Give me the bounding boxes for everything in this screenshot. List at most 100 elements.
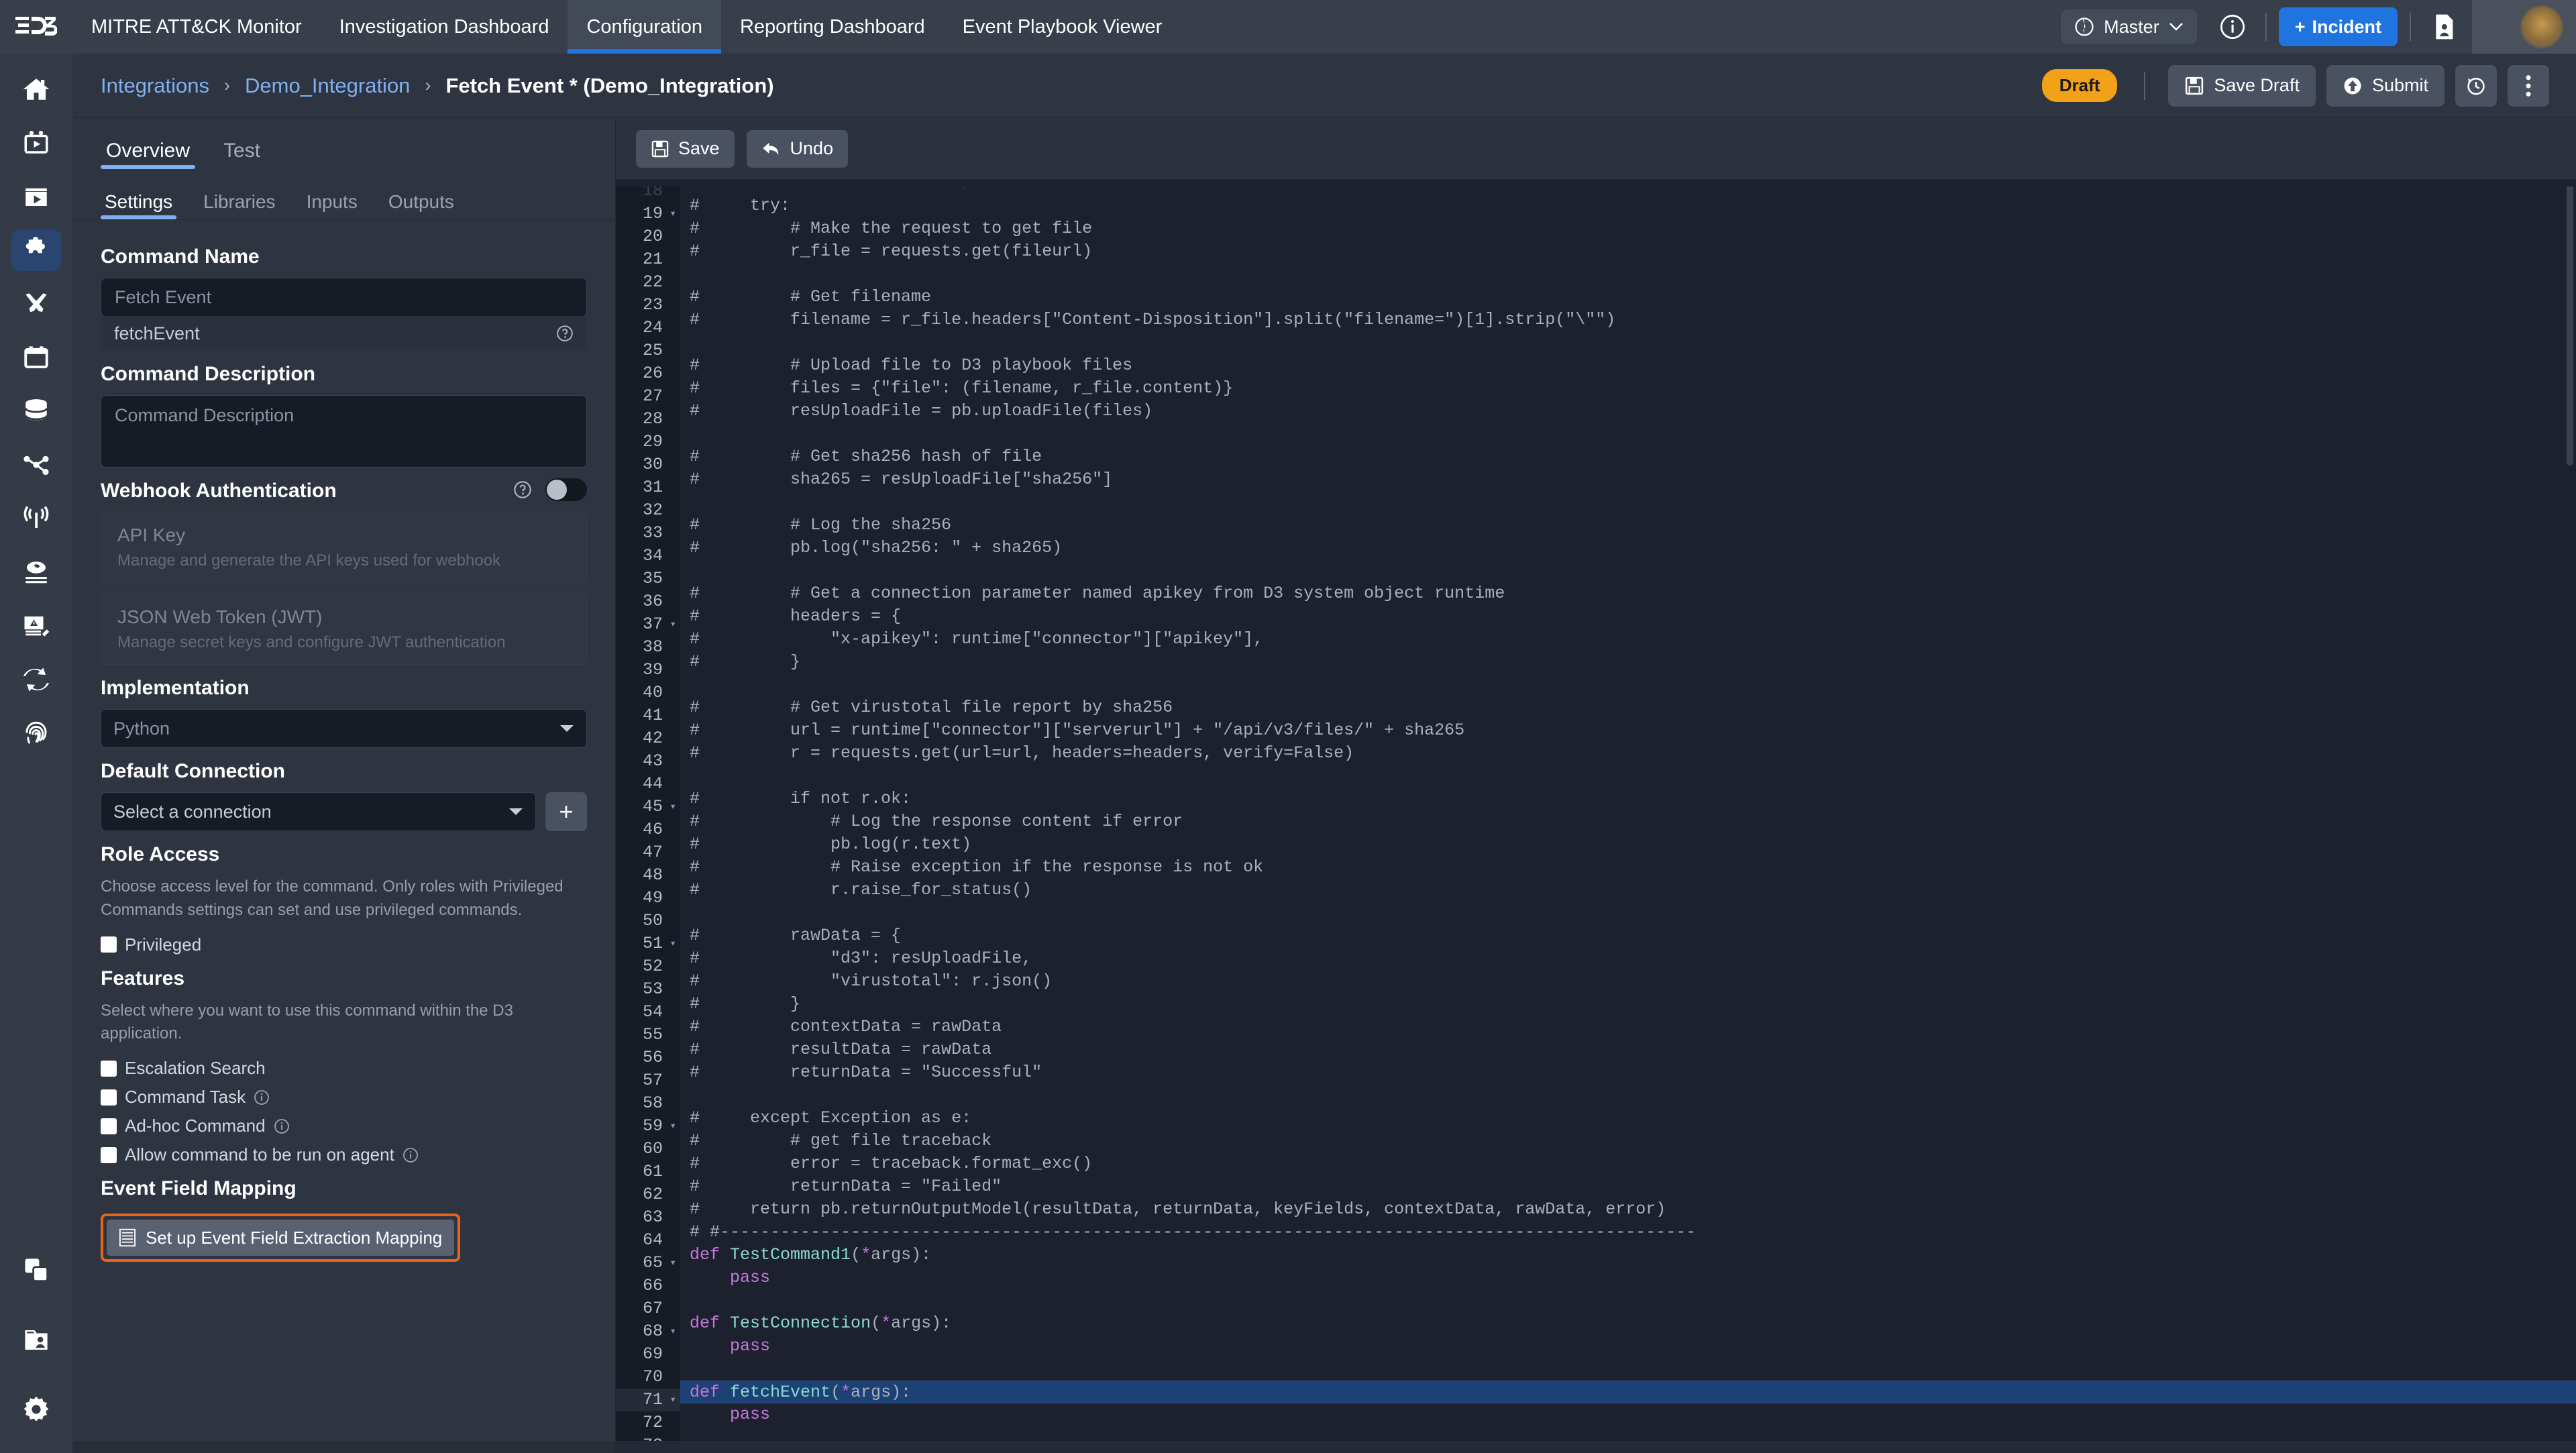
tasks-button[interactable]	[2423, 6, 2465, 48]
code-line[interactable]: # r_file = requests.get(fileurl)	[680, 240, 2576, 263]
code-line[interactable]: # if not r.ok:	[680, 788, 2576, 810]
nav-item-configuration[interactable]: Configuration	[568, 0, 721, 54]
version-history-button[interactable]	[2455, 65, 2497, 107]
question-circle-icon[interactable]	[513, 480, 532, 499]
sidebar-item-forensics[interactable]	[11, 712, 61, 754]
code-line[interactable]: # returnData = "Failed"	[680, 1175, 2576, 1198]
sidebar-item-user-folder[interactable]	[11, 1319, 61, 1360]
code-line[interactable]: # try:	[680, 195, 2576, 217]
code-line[interactable]: # # get file traceback	[680, 1130, 2576, 1152]
code-line[interactable]: # #-------------------------------------…	[680, 1221, 2576, 1244]
code-fold-toggle-icon[interactable]: ▾	[669, 796, 676, 818]
sidebar-item-event-playbook[interactable]	[11, 122, 61, 164]
checkbox-box[interactable]	[101, 1089, 117, 1106]
sidebar-item-copy-clone[interactable]	[11, 1249, 61, 1291]
breadcrumb-demo-integration[interactable]: Demo_Integration	[245, 74, 410, 98]
code-line[interactable]: # r = requests.get(url=url, headers=head…	[680, 742, 2576, 765]
code-line[interactable]: # error = traceback.format_exc()	[680, 1152, 2576, 1175]
checkbox-box[interactable]	[101, 936, 117, 953]
code-line[interactable]: # pb.log("sha256: " + sha265)	[680, 537, 2576, 559]
code-line[interactable]: # return pb.returnOutputModel(resultData…	[680, 1198, 2576, 1221]
code-fold-toggle-icon[interactable]: ▾	[669, 932, 676, 955]
code-line[interactable]: # pb.log(r.text)	[680, 833, 2576, 856]
sidebar-item-broadcast[interactable]	[11, 498, 61, 539]
checkbox-escalation-search[interactable]: Escalation Search	[101, 1058, 587, 1079]
checkbox-box[interactable]	[101, 1147, 117, 1163]
code-line[interactable]: # "x-apikey": runtime["connector"]["apik…	[680, 628, 2576, 651]
code-line[interactable]	[680, 1289, 2576, 1312]
code-line[interactable]	[680, 902, 2576, 924]
code-editor[interactable]: 1819▾20212223242526272829303132333435363…	[616, 180, 2576, 1441]
code-line[interactable]: # # Get virustotal file report by sha256	[680, 696, 2576, 719]
code-line[interactable]	[680, 674, 2576, 696]
sidebar-item-global-threat[interactable]	[11, 551, 61, 593]
sidebar-item-report-editor[interactable]	[11, 605, 61, 647]
nav-item-mitre-attck-monitor[interactable]: MITRE ATT&CK Monitor	[72, 0, 321, 54]
submit-button[interactable]: Submit	[2326, 65, 2445, 107]
code-line[interactable]: # # Log the response content if error	[680, 810, 2576, 833]
sidebar-item-calendar[interactable]	[11, 337, 61, 378]
code-line[interactable]	[680, 1426, 2576, 1441]
subtab-outputs[interactable]: Outputs	[384, 191, 458, 219]
code-fold-toggle-icon[interactable]: ▾	[669, 203, 676, 225]
code-line[interactable]: # headers = {	[680, 605, 2576, 628]
code-line[interactable]: def TestCommand1(*args):	[680, 1244, 2576, 1267]
code-line[interactable]: # # Raise exception if the response is n…	[680, 856, 2576, 879]
more-options-button[interactable]	[2508, 65, 2549, 107]
code-line[interactable]: # rawData = {	[680, 924, 2576, 947]
info-circle-icon[interactable]	[402, 1147, 419, 1163]
sidebar-item-network-graph[interactable]	[11, 444, 61, 486]
command-name-input[interactable]: Fetch Event	[101, 278, 587, 317]
implementation-select[interactable]: Python	[101, 709, 587, 748]
user-avatar[interactable]	[2521, 6, 2563, 48]
code-fold-toggle-icon[interactable]: ▾	[669, 1252, 676, 1275]
code-line[interactable]: pass	[680, 1335, 2576, 1358]
subtab-libraries[interactable]: Libraries	[199, 191, 279, 219]
code-fold-toggle-icon[interactable]: ▾	[669, 1115, 676, 1138]
nav-item-reporting-dashboard[interactable]: Reporting Dashboard	[721, 0, 944, 54]
code-line[interactable]: def TestConnection(*args):	[680, 1312, 2576, 1335]
info-circle-icon[interactable]	[274, 1118, 290, 1134]
webhook-auth-toggle[interactable]	[545, 478, 587, 501]
code-line[interactable]: # # Make the request to get file	[680, 217, 2576, 240]
sidebar-item-utility-tools[interactable]	[11, 283, 61, 325]
api-key-card[interactable]: API Key Manage and generate the API keys…	[101, 512, 587, 583]
code-fold-toggle-icon[interactable]: ▾	[669, 613, 676, 636]
code-line[interactable]	[680, 559, 2576, 582]
checkbox-box[interactable]	[101, 1061, 117, 1077]
code-line[interactable]: # # Get sha256 hash of file	[680, 445, 2576, 468]
sidebar-item-data-store[interactable]	[11, 390, 61, 432]
code-line[interactable]	[680, 765, 2576, 788]
save-draft-button[interactable]: Save Draft	[2168, 65, 2316, 107]
code-line[interactable]	[680, 423, 2576, 445]
code-line[interactable]: # # Get a connection parameter named api…	[680, 582, 2576, 605]
code-line[interactable]: # contextData = rawData	[680, 1016, 2576, 1038]
jwt-card[interactable]: JSON Web Token (JWT) Manage secret keys …	[101, 594, 587, 665]
code-line[interactable]: # filename = r_file.headers["Content-Dis…	[680, 309, 2576, 331]
code-line[interactable]: pass	[680, 1267, 2576, 1289]
code-line[interactable]: # "d3": resUploadFile,	[680, 947, 2576, 970]
code-fold-toggle-icon[interactable]: ▾	[669, 1389, 676, 1411]
code-line[interactable]: # r.raise_for_status()	[680, 879, 2576, 902]
checkbox-allow-run-on-agent[interactable]: Allow command to be run on agent	[101, 1144, 587, 1165]
subtab-settings[interactable]: Settings	[101, 191, 176, 219]
nav-item-investigation-dashboard[interactable]: Investigation Dashboard	[321, 0, 568, 54]
code-line[interactable]: # returnData = "Successful"	[680, 1061, 2576, 1084]
code-line[interactable]: # # Get filename	[680, 286, 2576, 309]
code-fold-toggle-icon[interactable]: ▾	[669, 1320, 676, 1343]
checkbox-privileged[interactable]: Privileged	[101, 934, 587, 955]
setup-event-field-extraction-mapping-button[interactable]: Set up Event Field Extraction Mapping	[107, 1220, 454, 1256]
code-line[interactable]: # url = runtime["connector"]["serverurl"…	[680, 719, 2576, 742]
editor-save-button[interactable]: Save	[636, 130, 735, 168]
tab-test[interactable]: Test	[218, 140, 266, 169]
app-logo[interactable]	[0, 15, 72, 38]
checkbox-command-task[interactable]: Command Task	[101, 1087, 587, 1108]
checkbox-ad-hoc-command[interactable]: Ad-hoc Command	[101, 1116, 587, 1136]
nav-item-event-playbook-viewer[interactable]: Event Playbook Viewer	[944, 0, 1181, 54]
code-line[interactable]: # except Exception as e:	[680, 1107, 2576, 1130]
code-line[interactable]: # files = {"file": (filename, r_file.con…	[680, 377, 2576, 400]
code-line[interactable]: # resUploadFile = pb.uploadFile(files)	[680, 400, 2576, 423]
code-line[interactable]: # # Upload file to D3 playbook files	[680, 354, 2576, 377]
add-connection-button[interactable]: +	[545, 792, 587, 831]
code-line[interactable]: # }	[680, 993, 2576, 1016]
